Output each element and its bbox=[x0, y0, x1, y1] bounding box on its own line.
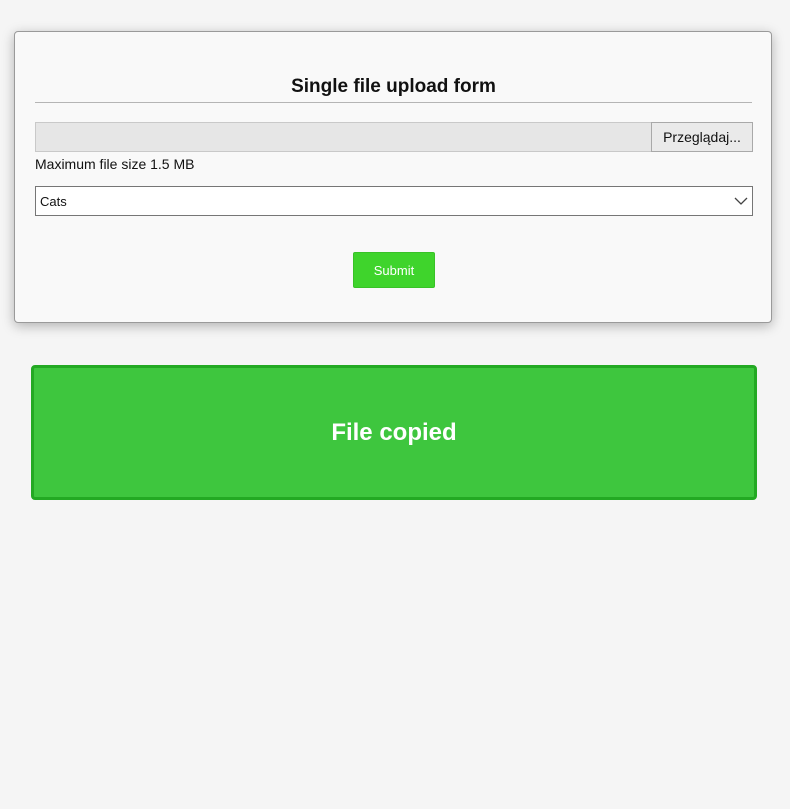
category-select[interactable]: Cats bbox=[35, 186, 753, 216]
file-name-display[interactable] bbox=[35, 122, 651, 152]
category-select-value: Cats bbox=[40, 193, 67, 209]
chevron-down-icon bbox=[734, 197, 748, 205]
form-title: Single file upload form bbox=[291, 76, 496, 97]
success-message-text: File copied bbox=[331, 418, 457, 446]
success-message-banner: File copied bbox=[31, 365, 757, 500]
file-input[interactable]: Przeglądaj... bbox=[35, 122, 753, 152]
max-file-size-note: Maximum file size 1.5 MB bbox=[35, 156, 195, 172]
title-divider bbox=[35, 102, 752, 103]
submit-button[interactable]: Submit bbox=[353, 252, 435, 288]
upload-form-card: Single file upload form Przeglądaj... Ma… bbox=[14, 31, 772, 323]
browse-button[interactable]: Przeglądaj... bbox=[651, 122, 753, 152]
